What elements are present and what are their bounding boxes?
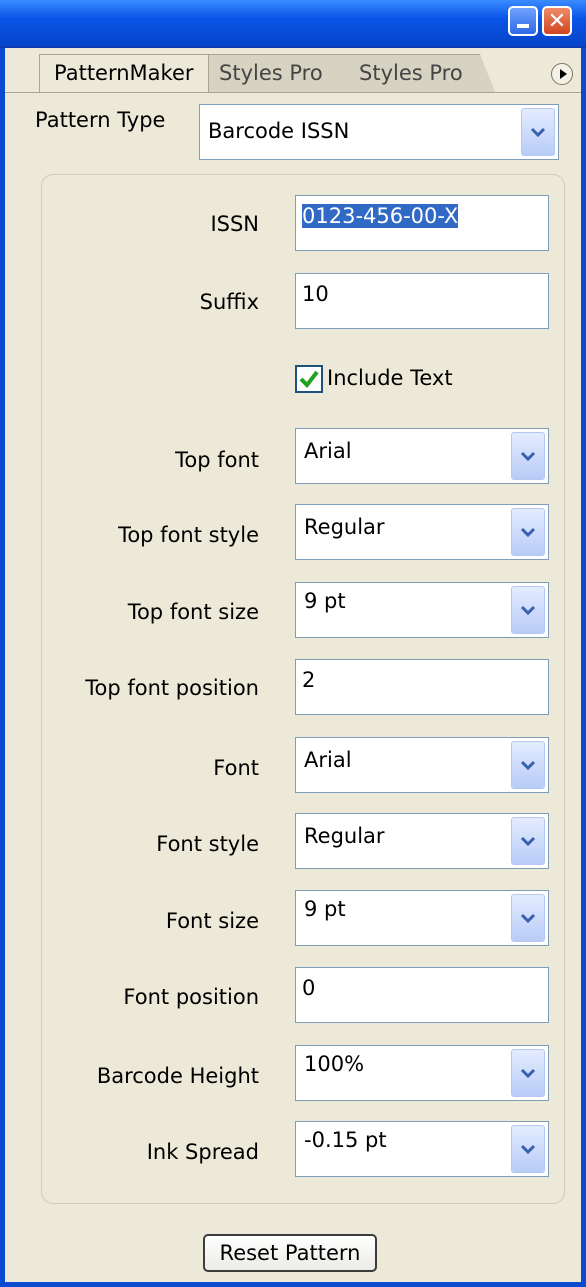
chevron-down-icon[interactable] (511, 586, 545, 634)
issn-input[interactable]: 0123-456-00-X (295, 195, 549, 251)
chevron-down-icon[interactable] (521, 108, 555, 156)
font-select[interactable]: Arial (295, 737, 549, 793)
chevron-down-icon[interactable] (511, 508, 545, 556)
ink-spread-label: Ink Spread (146, 1140, 259, 1164)
font-position-input[interactable]: 0 (295, 967, 549, 1023)
chevron-down-icon[interactable] (511, 1125, 545, 1173)
font-label: Font (213, 756, 259, 780)
panel-menu-icon[interactable] (551, 63, 573, 85)
title-bar[interactable]: ✕ (0, 0, 586, 48)
tab-styles-pro-2[interactable]: Styles Pro (345, 54, 495, 92)
issn-label: ISSN (210, 212, 259, 236)
top-font-style-select[interactable]: Regular (295, 504, 549, 560)
include-text-checkbox[interactable] (295, 365, 323, 393)
chevron-down-icon[interactable] (511, 1049, 545, 1097)
ink-spread-select[interactable]: -0.15 pt (295, 1121, 549, 1177)
close-icon[interactable]: ✕ (542, 6, 572, 36)
top-font-label: Top font (175, 448, 259, 472)
pattern-type-select[interactable]: Barcode ISSN (199, 104, 559, 160)
reset-pattern-button[interactable]: Reset Pattern (203, 1234, 377, 1272)
top-font-size-select[interactable]: 9 pt (295, 582, 549, 638)
include-text-label[interactable]: Include Text (327, 366, 453, 390)
barcode-height-label: Barcode Height (96, 1064, 259, 1088)
chevron-down-icon[interactable] (511, 432, 545, 480)
top-font-position-input[interactable]: 2 (295, 659, 549, 715)
barcode-height-select[interactable]: 100% (295, 1045, 549, 1101)
minimize-icon[interactable] (508, 6, 538, 36)
font-position-label: Font position (123, 985, 259, 1009)
tab-strip: PatternMaker Styles Pro Styles Pro (5, 48, 581, 93)
font-size-label: Font size (165, 909, 259, 933)
suffix-label: Suffix (199, 290, 259, 314)
panel-window: ✕ PatternMaker Styles Pro Styles Pro Pat… (0, 0, 586, 1287)
font-style-label: Font style (156, 832, 259, 856)
chevron-down-icon[interactable] (511, 741, 545, 789)
suffix-input[interactable]: 10 (295, 273, 549, 329)
top-font-position-label: Top font position (85, 676, 259, 700)
top-font-style-label: Top font style (118, 523, 259, 547)
font-style-select[interactable]: Regular (295, 813, 549, 869)
chevron-down-icon[interactable] (511, 817, 545, 865)
top-font-size-label: Top font size (127, 600, 259, 624)
tab-patternmaker[interactable]: PatternMaker (39, 54, 209, 92)
issn-value: 0123-456-00-X (302, 204, 459, 228)
font-size-select[interactable]: 9 pt (295, 890, 549, 946)
tab-styles-pro-1[interactable]: Styles Pro (205, 54, 360, 92)
chevron-down-icon[interactable] (511, 894, 545, 942)
top-font-select[interactable]: Arial (295, 428, 549, 484)
pattern-type-label: Pattern Type (35, 108, 166, 132)
